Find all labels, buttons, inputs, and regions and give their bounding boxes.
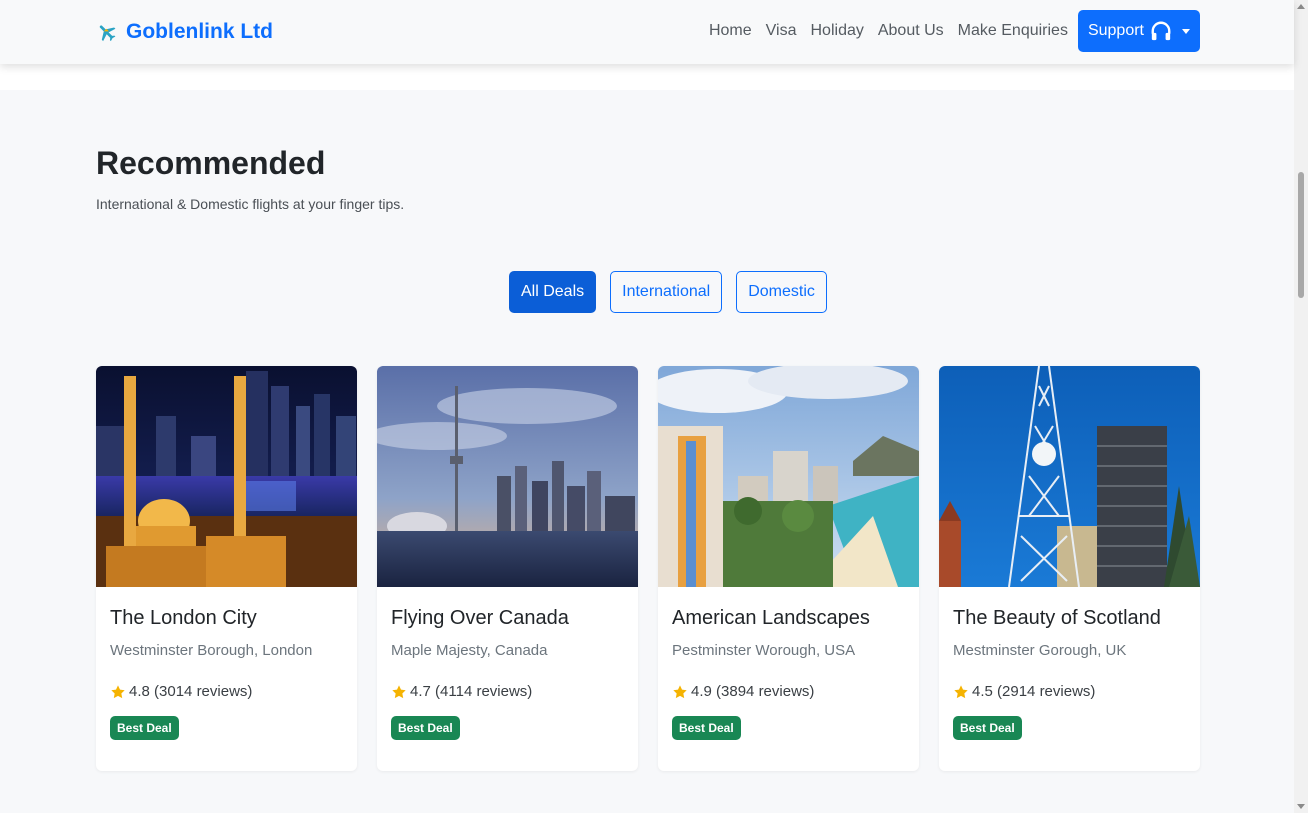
star-icon — [392, 684, 406, 698]
toronto-skyline-image — [377, 366, 638, 587]
card-location: Westminster Borough, London — [110, 642, 313, 659]
header-band — [0, 64, 1294, 90]
deal-cards: The London City Westminster Borough, Lon… — [96, 366, 1200, 771]
card-rating: 4.5 (2914 reviews) — [953, 683, 1186, 700]
section-title: Recommended — [96, 145, 326, 181]
nav-link-about-us[interactable]: About Us — [871, 10, 951, 52]
nav-link-home[interactable]: Home — [702, 10, 759, 52]
best-deal-badge: Best Deal — [391, 716, 460, 740]
beach-hotels-image — [658, 366, 919, 587]
support-label: Support — [1087, 22, 1144, 39]
review-count: (3894 reviews) — [716, 683, 815, 700]
review-count: (2914 reviews) — [997, 683, 1096, 700]
caret-down-icon — [1182, 28, 1190, 34]
scrollbar-thumb[interactable] — [1298, 172, 1304, 298]
card-rating: 4.7 (4114 reviews) — [391, 683, 624, 700]
navbar: Goblenlink Ltd Home Visa Holiday About U… — [0, 0, 1294, 64]
filter-international-button[interactable]: International — [610, 271, 723, 313]
night-city-mosque-image — [96, 366, 357, 587]
star-icon — [954, 684, 968, 698]
section-subtitle: International & Domestic flights at your… — [96, 196, 405, 212]
rating-value: 4.5 — [972, 683, 993, 700]
nav-link-make-enquiries[interactable]: Make Enquiries — [951, 10, 1075, 52]
best-deal-badge: Best Deal — [110, 716, 179, 740]
rating-value: 4.8 — [129, 683, 150, 700]
nav-link-holiday[interactable]: Holiday — [804, 10, 871, 52]
headphones-icon — [1151, 21, 1171, 41]
deal-card[interactable]: The London City Westminster Borough, Lon… — [96, 366, 357, 771]
best-deal-badge: Best Deal — [672, 716, 741, 740]
card-title: American Landscapes — [672, 607, 870, 629]
deal-card[interactable]: American Landscapes Pestminster Worough,… — [658, 366, 919, 771]
lattice-tower-image — [939, 366, 1200, 587]
best-deal-badge: Best Deal — [953, 716, 1022, 740]
review-count: (4114 reviews) — [435, 683, 533, 700]
star-icon — [673, 684, 687, 698]
page-scrollbar[interactable] — [1294, 0, 1308, 813]
filter-all-deals-button[interactable]: All Deals — [509, 271, 597, 313]
nav-links: Home Visa Holiday About Us Make Enquirie… — [702, 10, 1200, 52]
card-location: Maple Majesty, Canada — [391, 642, 548, 659]
deal-card[interactable]: Flying Over Canada Maple Majesty, Canada… — [377, 366, 638, 771]
card-location: Mestminster Gorough, UK — [953, 642, 1127, 659]
card-title: Flying Over Canada — [391, 607, 569, 629]
card-rating: 4.9 (3894 reviews) — [672, 683, 905, 700]
review-count: (3014 reviews) — [154, 683, 253, 700]
brand-name: Goblenlink Ltd — [126, 20, 273, 43]
rating-value: 4.7 — [410, 683, 431, 700]
card-title: The London City — [110, 607, 257, 629]
filter-domestic-button[interactable]: Domestic — [736, 271, 827, 313]
scroll-up-icon[interactable] — [1297, 4, 1305, 9]
airplane-icon — [99, 25, 116, 42]
deal-filters: All Deals International Domestic — [509, 271, 827, 313]
deal-card[interactable]: The Beauty of Scotland Mestminster Gorou… — [939, 366, 1200, 771]
card-rating: 4.8 (3014 reviews) — [110, 683, 343, 700]
card-location: Pestminster Worough, USA — [672, 642, 856, 659]
nav-link-visa[interactable]: Visa — [759, 10, 804, 52]
brand-logo[interactable]: Goblenlink Ltd — [96, 17, 273, 47]
card-title: The Beauty of Scotland — [953, 607, 1161, 629]
star-icon — [111, 684, 125, 698]
rating-value: 4.9 — [691, 683, 712, 700]
support-dropdown-button[interactable]: Support — [1077, 10, 1200, 52]
scroll-down-icon[interactable] — [1297, 804, 1305, 809]
